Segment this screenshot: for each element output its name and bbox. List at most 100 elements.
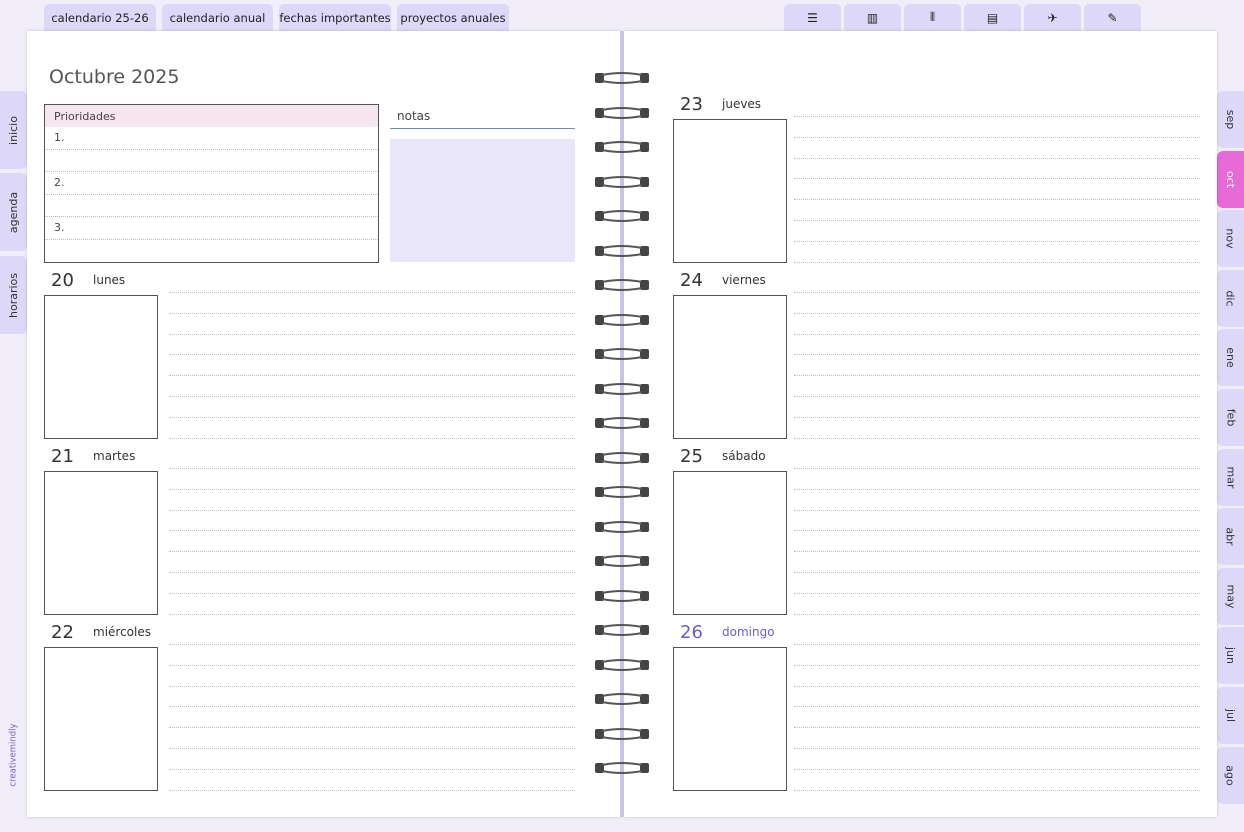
- bar-chart-icon[interactable]: ▥: [844, 4, 901, 31]
- month-tab-may[interactable]: may: [1217, 567, 1244, 625]
- month-tab-label: feb: [1224, 408, 1237, 427]
- tab-calendario-anual[interactable]: calendario anual: [162, 4, 273, 31]
- month-tab-ene[interactable]: ene: [1217, 329, 1244, 387]
- day-name: martes: [93, 449, 136, 463]
- month-tab-dic[interactable]: dic: [1217, 269, 1244, 327]
- notes-area[interactable]: [390, 139, 575, 262]
- day-box[interactable]: [44, 295, 158, 439]
- brand-label: creativemindly: [9, 723, 20, 787]
- spiral-ring: [594, 277, 650, 293]
- priorities-box: Prioridades 1. 2. 3.: [44, 104, 379, 263]
- month-tab-label: ago: [1223, 764, 1237, 786]
- side-tab-agenda[interactable]: agenda: [0, 173, 27, 251]
- day-name: jueves: [722, 97, 762, 111]
- page-title: Octubre 2025: [49, 66, 180, 88]
- utensils-icon[interactable]: ⫴: [904, 4, 961, 31]
- month-tab-jun[interactable]: jun: [1217, 627, 1244, 685]
- day-name: lunes: [93, 273, 126, 287]
- day-lines[interactable]: [169, 292, 575, 439]
- priority-row[interactable]: 1.: [45, 127, 378, 150]
- spiral-ring: [594, 519, 650, 535]
- spiral-ring: [594, 760, 650, 776]
- spiral-ring: [594, 415, 650, 431]
- month-tab-label: ene: [1223, 347, 1237, 369]
- month-tab-abr[interactable]: abr: [1217, 508, 1244, 566]
- day-name: miércoles: [93, 625, 151, 639]
- day-name: domingo: [722, 625, 775, 639]
- spiral-ring: [594, 588, 650, 604]
- priority-row[interactable]: 2.: [45, 172, 378, 195]
- side-tab-label: horarios: [7, 272, 21, 318]
- day-lines[interactable]: [794, 644, 1200, 791]
- day-number: 21: [51, 446, 74, 467]
- spiral-ring: [594, 622, 650, 638]
- day-number: 25: [680, 446, 703, 467]
- day-lines[interactable]: [794, 292, 1200, 439]
- pencil-icon[interactable]: ✎: [1084, 4, 1141, 31]
- day-name: sábado: [722, 449, 766, 463]
- list-icon[interactable]: ☰: [784, 4, 841, 31]
- priorities-header: Prioridades: [45, 105, 378, 127]
- notes-underline: [390, 128, 575, 129]
- priority-row[interactable]: [45, 195, 378, 217]
- spiral-ring: [594, 139, 650, 155]
- spiral-ring: [594, 105, 650, 121]
- month-tab-ago[interactable]: ago: [1217, 746, 1244, 804]
- day-number: 24: [680, 270, 703, 291]
- month-tab-label: may: [1224, 584, 1237, 609]
- day-number: 20: [51, 270, 74, 291]
- day-lines[interactable]: [169, 468, 575, 615]
- side-tab-label: inicio: [7, 115, 21, 145]
- day-number: 22: [51, 622, 74, 643]
- spiral-ring: [594, 312, 650, 328]
- notes-label: notas: [397, 109, 431, 123]
- spiral-ring: [594, 553, 650, 569]
- priority-row[interactable]: 3.: [45, 217, 378, 240]
- spiral-ring: [594, 691, 650, 707]
- priority-row[interactable]: [45, 150, 378, 172]
- spiral-ring: [594, 346, 650, 362]
- tab-fechas-importantes[interactable]: fechas importantes: [279, 4, 391, 31]
- month-tab-nov[interactable]: nov: [1217, 210, 1244, 268]
- day-box[interactable]: [673, 647, 787, 791]
- day-number: 23: [680, 94, 703, 115]
- month-tab-label: sep: [1223, 109, 1237, 130]
- month-tab-label: abr: [1224, 527, 1237, 546]
- notebook-icon[interactable]: ▤: [964, 4, 1021, 31]
- month-tab-sep[interactable]: sep: [1217, 91, 1244, 148]
- plane-icon[interactable]: ✈: [1024, 4, 1081, 31]
- day-name: viernes: [722, 273, 766, 287]
- side-tab-inicio[interactable]: inicio: [0, 91, 27, 169]
- spiral-ring: [594, 450, 650, 466]
- month-tab-jul[interactable]: jul: [1217, 687, 1244, 744]
- month-tab-label: jun: [1224, 647, 1237, 665]
- day-lines[interactable]: [794, 468, 1200, 615]
- month-tab-label: jul: [1224, 708, 1237, 723]
- spiral-ring: [594, 174, 650, 190]
- day-box[interactable]: [673, 471, 787, 615]
- day-number: 26: [680, 622, 703, 643]
- month-tab-label: nov: [1224, 228, 1237, 249]
- tab-proyectos-anuales[interactable]: proyectos anuales: [397, 4, 509, 31]
- day-box[interactable]: [44, 647, 158, 791]
- spiral-ring: [594, 726, 650, 742]
- spiral-ring: [594, 657, 650, 673]
- month-tab-feb[interactable]: feb: [1217, 389, 1244, 446]
- day-box[interactable]: [673, 119, 787, 263]
- spiral-ring: [594, 381, 650, 397]
- month-tab-label: dic: [1224, 290, 1237, 307]
- spiral-ring: [594, 484, 650, 500]
- month-tab-label: mar: [1223, 466, 1237, 489]
- priority-row[interactable]: [45, 240, 378, 263]
- day-lines[interactable]: [794, 116, 1200, 263]
- side-tab-label: agenda: [7, 191, 20, 233]
- spiral-ring: [594, 208, 650, 224]
- spiral-ring: [594, 243, 650, 259]
- month-tab-mar[interactable]: mar: [1217, 448, 1244, 506]
- side-tab-horarios[interactable]: horarios: [0, 256, 27, 334]
- tab-calendario-25-26[interactable]: calendario 25-26: [44, 4, 156, 31]
- day-lines[interactable]: [169, 644, 575, 791]
- day-box[interactable]: [673, 295, 787, 439]
- month-tab-oct[interactable]: oct: [1217, 150, 1244, 208]
- day-box[interactable]: [44, 471, 158, 615]
